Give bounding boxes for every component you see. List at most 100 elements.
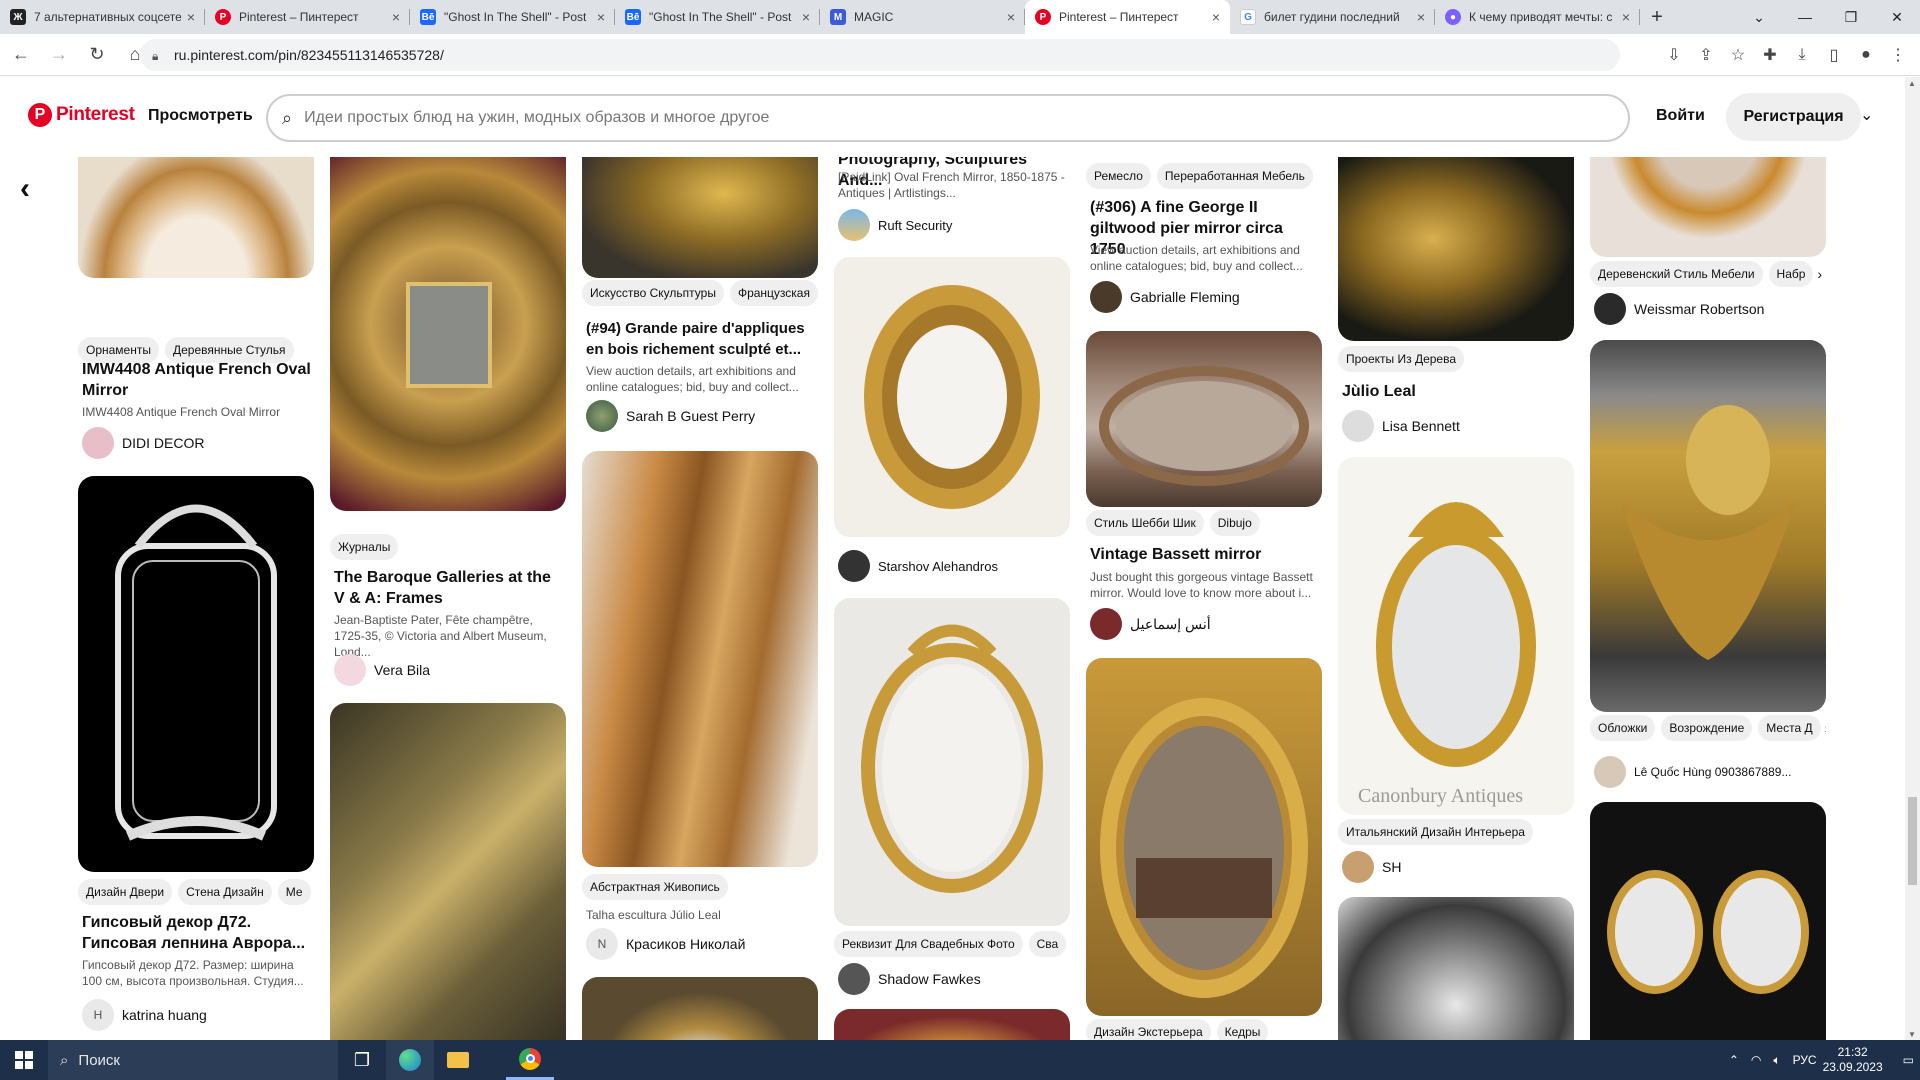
browser-tab[interactable]: P Pinterest – Пинтерест × — [205, 0, 410, 34]
tag-chip[interactable]: Абстрактная Живопись — [582, 874, 728, 900]
wifi-icon[interactable]: ◠ — [1751, 1053, 1761, 1067]
clock[interactable]: 21:32 23.09.2023 — [1823, 1045, 1883, 1075]
pin-image[interactable] — [1590, 157, 1826, 257]
pin-title[interactable]: Vintage Bassett mirror — [1090, 544, 1320, 565]
close-icon[interactable]: × — [1007, 9, 1015, 25]
pin-author[interactable]: Hkatrina huang — [82, 999, 207, 1031]
forward-icon[interactable]: → — [42, 38, 76, 72]
chevron-right-icon[interactable]: › — [1817, 261, 1822, 287]
pin-image[interactable] — [834, 598, 1070, 926]
signup-button[interactable]: Регистрация — [1726, 93, 1861, 141]
address-bar[interactable]: 🔒︎ ru.pinterest.com/pin/8234551131465357… — [140, 39, 1620, 71]
volume-icon[interactable]: 🔈︎ — [1773, 1053, 1780, 1068]
pin-author[interactable]: Vera Bila — [334, 654, 430, 686]
pin-image[interactable] — [582, 977, 818, 1041]
install-icon[interactable]: ⇩ — [1658, 38, 1690, 72]
chevron-right-icon[interactable]: › — [1825, 715, 1826, 741]
browser-tab[interactable]: ● К чему приводят мечты: с × — [1435, 0, 1640, 34]
pin-image[interactable] — [78, 157, 314, 278]
pin-image[interactable] — [1086, 658, 1322, 1016]
taskbar-search[interactable]: ⌕ Поиск — [48, 1040, 338, 1080]
reload-icon[interactable]: ↻ — [80, 38, 114, 72]
pin-author[interactable]: Ruft Security — [838, 209, 952, 241]
pin-title[interactable]: The Baroque Galleries at the V & A: Fram… — [334, 567, 564, 609]
pin-image[interactable] — [330, 703, 566, 1041]
pin-image[interactable] — [582, 451, 818, 867]
pin-title[interactable]: (#94) Grande paire d'appliques en bois r… — [586, 318, 816, 360]
tag-chip[interactable]: Переработанная Мебель — [1156, 163, 1313, 189]
tab-search-icon[interactable]: ⌄ — [1736, 0, 1782, 34]
extensions-icon[interactable]: ✚ — [1754, 38, 1786, 72]
browser-tab[interactable]: Ж 7 альтернативных соцсетей × — [0, 0, 205, 34]
tag-chip[interactable]: Возрождение — [1661, 715, 1753, 741]
chevron-down-icon[interactable]: ⌄ — [1860, 105, 1873, 125]
notifications-icon[interactable]: ▭ — [1903, 1053, 1914, 1067]
downloads-icon[interactable]: ⤓ — [1786, 38, 1818, 72]
pin-author[interactable]: أنس إسماعيل — [1090, 608, 1211, 640]
close-icon[interactable]: × — [1417, 9, 1425, 25]
tag-chip[interactable]: Деревенский Стиль Мебели — [1590, 261, 1763, 287]
pin-image[interactable] — [1590, 802, 1826, 1041]
tag-chip[interactable]: Стиль Шебби Шик — [1086, 510, 1204, 536]
file-explorer-icon[interactable] — [434, 1040, 482, 1080]
pin-author[interactable]: Gabrialle Fleming — [1090, 281, 1240, 313]
minimize-icon[interactable]: — — [1782, 0, 1828, 34]
tag-chip[interactable]: Дизайн Экстерьера — [1086, 1019, 1211, 1041]
restore-icon[interactable]: ❐ — [1828, 0, 1874, 34]
close-icon[interactable]: × — [187, 9, 195, 25]
tag-chip[interactable]: Журналы — [330, 534, 399, 560]
tag-chip[interactable]: Французская — [729, 280, 818, 306]
pin-image[interactable] — [1338, 897, 1574, 1041]
pin-image[interactable]: Canonbury Antiques — [1338, 457, 1574, 815]
tag-chip[interactable]: Реквизит Для Свадебных Фото — [834, 931, 1023, 957]
browser-tab[interactable]: M MAGIC × — [820, 0, 1025, 34]
close-icon[interactable]: × — [1622, 9, 1630, 25]
pin-author[interactable]: Starshov Alehandros — [838, 550, 998, 582]
tag-chip[interactable]: Ремесло — [1086, 163, 1151, 189]
tag-chip[interactable]: Проекты Из Дерева — [1338, 346, 1465, 372]
menu-icon[interactable]: ⋮ — [1882, 38, 1914, 72]
scrollbar-thumb[interactable] — [1908, 797, 1917, 885]
pin-author[interactable]: Shadow Fawkes — [838, 963, 981, 995]
pin-author[interactable]: Sarah B Guest Perry — [586, 400, 755, 432]
close-window-icon[interactable]: ✕ — [1874, 0, 1920, 34]
task-view-icon[interactable]: ❐ — [338, 1040, 386, 1080]
search-input[interactable]: ⌕ Идеи простых блюд на ужин, модных обра… — [266, 94, 1630, 142]
chrome-icon[interactable] — [506, 1040, 554, 1080]
language-indicator[interactable]: РУС — [1793, 1053, 1817, 1067]
tag-chip[interactable]: Места Д — [1758, 715, 1821, 741]
login-link[interactable]: Войти — [1656, 107, 1705, 125]
lock-icon[interactable]: 🔒︎ — [152, 49, 164, 63]
profile-icon[interactable]: ● — [1850, 38, 1882, 72]
pin-image[interactable] — [1590, 340, 1826, 712]
tag-chip[interactable]: Дизайн Двери — [78, 879, 173, 905]
browser-tab-active[interactable]: P Pinterest – Пинтерест × — [1025, 0, 1230, 34]
pin-author[interactable]: Lisa Bennett — [1342, 410, 1460, 442]
bookmark-star-icon[interactable]: ☆ — [1722, 38, 1754, 72]
pin-image[interactable] — [78, 476, 314, 872]
pin-title[interactable]: IMW4408 Antique French Oval Mirror — [82, 359, 312, 401]
pinterest-logo[interactable]: P Pinterest — [28, 103, 135, 127]
pin-image[interactable] — [582, 157, 818, 278]
pin-author[interactable]: N Красиков Николай — [586, 928, 745, 960]
pin-author[interactable]: Weissmar Robertson — [1594, 293, 1764, 325]
tray-chevron-icon[interactable]: ⌃ — [1729, 1053, 1739, 1067]
tag-chip[interactable]: Обложки — [1590, 715, 1656, 741]
browser-tab[interactable]: Bē "Ghost In The Shell" - Post × — [410, 0, 615, 34]
tag-chip[interactable]: Искусство Скульптуры — [582, 280, 724, 306]
close-icon[interactable]: × — [802, 9, 810, 25]
tag-chip[interactable]: Стена Дизайн — [178, 879, 272, 905]
scroll-down-icon[interactable]: ▼ — [1908, 1030, 1916, 1039]
sidepanel-icon[interactable]: ▯ — [1818, 38, 1850, 72]
pin-author[interactable]: DIDI DECOR — [82, 427, 204, 459]
start-button[interactable] — [0, 1040, 48, 1080]
vertical-scrollbar[interactable]: ▲ ▼ — [1905, 77, 1920, 1041]
tag-chip[interactable]: Кедры — [1216, 1019, 1269, 1041]
browse-link[interactable]: Просмотреть — [148, 107, 253, 125]
close-icon[interactable]: × — [1212, 9, 1220, 25]
close-icon[interactable]: × — [392, 9, 400, 25]
tag-chip[interactable]: Ме — [277, 879, 311, 905]
pin-image[interactable] — [834, 257, 1070, 537]
new-tab-button[interactable]: + — [1640, 0, 1674, 34]
pin-image[interactable] — [330, 157, 566, 511]
